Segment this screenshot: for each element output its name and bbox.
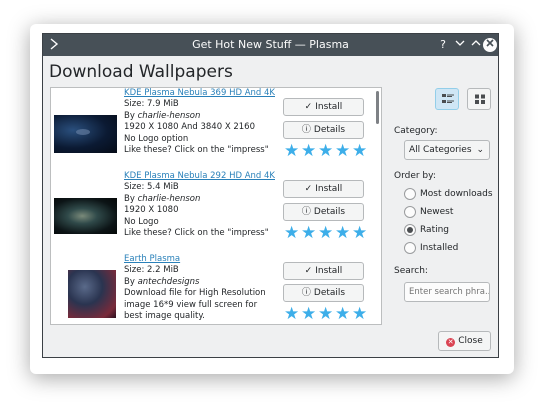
- chevron-down-icon: ⌄: [476, 145, 484, 155]
- description-line: No Logo: [124, 216, 159, 227]
- rating-stars[interactable]: ★ ★ ★ ★ ★: [284, 225, 367, 242]
- details-button[interactable]: ⓘ Details: [283, 284, 364, 302]
- category-combobox[interactable]: All Categories ⌄: [404, 140, 490, 160]
- wallpaper-author-line: By charlie-henson: [124, 193, 201, 204]
- star-icon[interactable]: ★: [301, 143, 316, 160]
- star-icon[interactable]: ★: [318, 225, 333, 242]
- wallpaper-info: Earth Plasma Size: 2.2 MiB By antechdesi…: [124, 254, 284, 322]
- description-line: No Logo option: [124, 133, 189, 144]
- checkmark-icon: ✓: [304, 184, 313, 194]
- star-icon[interactable]: ★: [284, 143, 299, 160]
- wallpaper-list[interactable]: KDE Plasma Nebula 369 HD And 4K Size: 7.…: [50, 87, 382, 325]
- description-line: image 16*9 view full screen for: [124, 299, 258, 310]
- rating-stars[interactable]: ★ ★ ★ ★ ★: [284, 306, 367, 323]
- star-icon[interactable]: ★: [301, 306, 316, 323]
- minimize-icon[interactable]: [452, 37, 468, 53]
- list-scrollbar[interactable]: [376, 91, 379, 124]
- radio-button[interactable]: [404, 242, 416, 254]
- page-title: Download Wallpapers: [49, 62, 233, 82]
- radio-button[interactable]: [404, 188, 416, 200]
- wallpaper-author-line: By charlie-henson: [124, 110, 201, 121]
- star-icon[interactable]: ★: [318, 143, 333, 160]
- install-button[interactable]: ✓ Install: [283, 180, 364, 198]
- radio-label: Most downloads: [420, 189, 493, 199]
- wallpaper-size: Size: 7.9 MiB: [124, 99, 179, 110]
- list-view-icon: [442, 94, 454, 103]
- radio-button[interactable]: [404, 224, 416, 236]
- radio-label: Installed: [420, 243, 459, 253]
- description-line: Like these? Click on the "impress": [124, 228, 269, 239]
- rating-stars[interactable]: ★ ★ ★ ★ ★: [284, 143, 367, 160]
- wallpaper-thumbnail[interactable]: [68, 270, 116, 318]
- list-view-button[interactable]: [435, 88, 459, 110]
- description-line: best image quality.: [124, 311, 205, 322]
- category-label: Category:: [394, 126, 438, 136]
- search-input[interactable]: [404, 282, 490, 302]
- close-icon: ✕: [446, 338, 456, 347]
- wallpaper-title-link[interactable]: KDE Plasma Nebula 369 HD And 4K: [124, 88, 284, 99]
- description-line: Like these? Click on the "impress": [124, 145, 269, 156]
- star-icon[interactable]: ★: [335, 143, 350, 160]
- wallpaper-thumbnail[interactable]: [54, 115, 117, 153]
- maximize-icon[interactable]: [468, 37, 484, 53]
- grid-view-icon: [475, 94, 485, 104]
- description-line: Download file for High Resolution: [124, 288, 266, 299]
- wallpaper-title-link[interactable]: Earth Plasma: [124, 254, 284, 265]
- info-icon: ⓘ: [301, 207, 311, 217]
- wallpaper-thumbnail[interactable]: [54, 198, 117, 234]
- help-icon[interactable]: ?: [435, 37, 451, 53]
- author-name: charlie-henson: [137, 193, 201, 204]
- close-icon[interactable]: [483, 38, 497, 52]
- star-icon[interactable]: ★: [318, 306, 333, 323]
- install-button[interactable]: ✓ Install: [283, 262, 364, 280]
- order-by-label: Order by:: [394, 171, 436, 181]
- star-icon[interactable]: ★: [335, 225, 350, 242]
- radio-label: Newest: [420, 207, 454, 217]
- star-icon[interactable]: ★: [352, 143, 367, 160]
- star-icon[interactable]: ★: [301, 225, 316, 242]
- window-title: Get Hot New Stuff — Plasma: [192, 38, 349, 51]
- wallpaper-author-line: By antechdesigns: [124, 276, 200, 287]
- star-icon[interactable]: ★: [335, 306, 350, 323]
- radio-button[interactable]: [404, 206, 416, 218]
- install-button[interactable]: ✓ Install: [283, 98, 364, 116]
- category-value: All Categories: [409, 145, 472, 155]
- star-icon[interactable]: ★: [352, 225, 367, 242]
- star-icon[interactable]: ★: [352, 306, 367, 323]
- author-name: antechdesigns: [137, 276, 200, 287]
- checkmark-icon: ✓: [304, 266, 313, 276]
- radio-label: Rating: [420, 225, 450, 235]
- search-label: Search:: [394, 266, 428, 276]
- info-icon: ⓘ: [301, 288, 311, 298]
- details-button[interactable]: ⓘ Details: [283, 121, 364, 139]
- title-bar[interactable]: Get Hot New Stuff — Plasma ?: [43, 34, 498, 56]
- checkmark-icon: ✓: [304, 102, 313, 112]
- description-line: 1920 X 1080 And 3840 X 2160: [124, 122, 255, 133]
- grid-view-button[interactable]: [467, 88, 491, 110]
- close-button[interactable]: ✕ Close: [438, 331, 491, 351]
- star-icon[interactable]: ★: [284, 306, 299, 323]
- wallpaper-info: KDE Plasma Nebula 292 HD And 4K Size: 5.…: [124, 171, 284, 239]
- wallpaper-size: Size: 2.2 MiB: [124, 265, 179, 276]
- ghns-dialog: Get Hot New Stuff — Plasma ? Download Wa…: [42, 33, 499, 358]
- details-button[interactable]: ⓘ Details: [283, 203, 364, 221]
- wallpaper-title-link[interactable]: KDE Plasma Nebula 292 HD And 4K: [124, 171, 284, 182]
- description-line: 1920 X 1080: [124, 205, 179, 216]
- wallpaper-info: KDE Plasma Nebula 369 HD And 4K Size: 7.…: [124, 88, 284, 156]
- author-name: charlie-henson: [137, 110, 201, 121]
- star-icon[interactable]: ★: [284, 225, 299, 242]
- wallpaper-size: Size: 5.4 MiB: [124, 182, 179, 193]
- info-icon: ⓘ: [301, 125, 311, 135]
